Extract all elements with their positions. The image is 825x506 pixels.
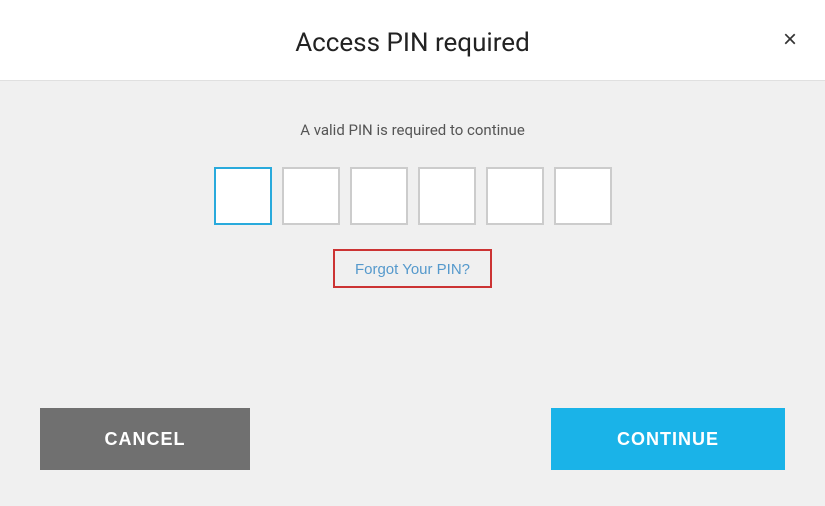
modal-title: Access PIN required xyxy=(295,28,530,58)
pin-input-6[interactable] xyxy=(554,167,612,225)
modal-subtitle: A valid PIN is required to continue xyxy=(300,121,525,139)
forgot-pin-button[interactable]: Forgot Your PIN? xyxy=(355,261,470,278)
modal-body: A valid PIN is required to continue Forg… xyxy=(0,81,825,408)
pin-input-2[interactable] xyxy=(282,167,340,225)
modal-footer: CANCEL CONTINUE xyxy=(0,408,825,506)
continue-button[interactable]: CONTINUE xyxy=(551,408,785,470)
close-button[interactable]: × xyxy=(775,24,805,56)
modal-dialog: Access PIN required × A valid PIN is req… xyxy=(0,0,825,506)
pin-input-5[interactable] xyxy=(486,167,544,225)
modal-header: Access PIN required × xyxy=(0,0,825,81)
pin-input-4[interactable] xyxy=(418,167,476,225)
pin-inputs-container xyxy=(214,167,612,225)
pin-input-1[interactable] xyxy=(214,167,272,225)
cancel-button[interactable]: CANCEL xyxy=(40,408,250,470)
pin-input-3[interactable] xyxy=(350,167,408,225)
forgot-pin-container: Forgot Your PIN? xyxy=(333,249,492,288)
